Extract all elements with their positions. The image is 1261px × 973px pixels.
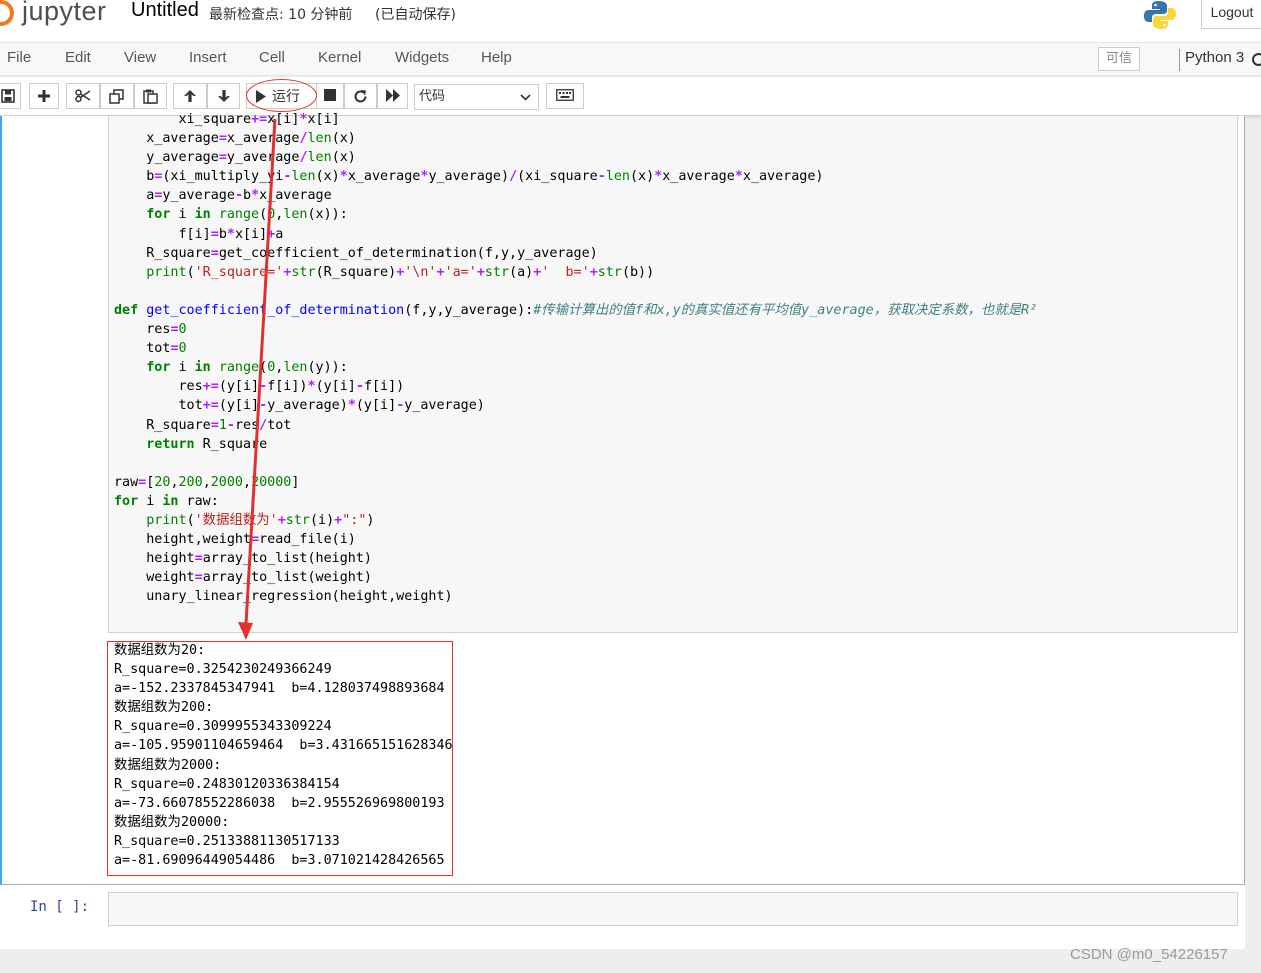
plus-icon [38, 90, 50, 102]
move-up-button[interactable] [173, 83, 207, 109]
code-line[interactable]: b=(xi_multiply_yi-len(x)*x_average*y_ave… [114, 167, 1037, 186]
header: jupyter Untitled 最新检查点: 10 分钟前 (已自动保存) L… [0, 0, 1261, 42]
code-line[interactable]: tot=0 [114, 339, 1037, 358]
code-line[interactable] [114, 282, 1037, 301]
menu-edit[interactable]: Edit [65, 49, 91, 66]
code-line[interactable]: R_square=get_coefficient_of_determinatio… [114, 244, 1037, 263]
menu-file[interactable]: File [7, 49, 31, 66]
notebook-title[interactable]: Untitled [131, 0, 199, 22]
code-line[interactable]: weight=array_to_list(weight) [114, 568, 1037, 587]
code-line[interactable]: return R_square [114, 435, 1037, 454]
code-line[interactable]: res+=(y[i]-f[i])*(y[i]-f[i]) [114, 377, 1037, 396]
cell-type-value: 代码 [419, 89, 446, 104]
menu-insert[interactable]: Insert [189, 49, 227, 66]
python-logo-icon [1144, 1, 1176, 29]
next-cell-prompt: In [ ]: [30, 899, 90, 915]
cut-icon [75, 89, 91, 103]
code-line[interactable] [114, 454, 1037, 473]
code-line[interactable]: for i in raw: [114, 492, 1037, 511]
interrupt-button[interactable] [316, 83, 344, 109]
code-line[interactable]: f[i]=b*x[i]+a [114, 225, 1037, 244]
paste-button[interactable] [134, 83, 167, 109]
restart-run-all-button[interactable] [377, 83, 408, 109]
checkpoint-status: 最新检查点: 10 分钟前 [209, 7, 353, 23]
code-line[interactable]: tot+=(y[i]-y_average)*(y[i]-y_average) [114, 396, 1037, 415]
move-down-button[interactable] [207, 83, 240, 109]
kernel-name: Python 3 [1185, 49, 1245, 66]
menu-widgets[interactable]: Widgets [395, 49, 449, 66]
code-line[interactable]: for i in range(0,len(x)): [114, 205, 1037, 224]
autosave-status: (已自动保存) [375, 7, 456, 23]
cut-button[interactable] [66, 83, 100, 109]
chevron-down-icon [520, 94, 531, 101]
code-line[interactable]: def get_coefficient_of_determination(f,y… [114, 301, 1037, 320]
keyboard-icon [556, 89, 574, 101]
code-line[interactable]: raw=[20,200,2000,20000] [114, 473, 1037, 492]
trusted-indicator[interactable]: 可信 [1098, 47, 1140, 71]
code-line[interactable]: R_square=1-res/tot [114, 416, 1037, 435]
code-line[interactable]: a=y_average-b*x_average [114, 186, 1037, 205]
arrow-down-icon [217, 90, 230, 102]
cell-type-select[interactable]: 代码 [414, 84, 539, 110]
next-cell-input[interactable] [108, 892, 1238, 926]
logout-button[interactable]: Logout [1201, 0, 1261, 29]
output-annotation-box [107, 641, 453, 876]
run-button-annotation-circle [246, 79, 317, 112]
code-line[interactable]: y_average=y_average/len(x) [114, 148, 1037, 167]
code-line[interactable]: height=array_to_list(height) [114, 549, 1037, 568]
code-line[interactable]: res=0 [114, 320, 1037, 339]
jupyter-logo-icon [0, 0, 14, 26]
copy-button[interactable] [100, 83, 134, 109]
menu-help[interactable]: Help [481, 49, 512, 66]
menu-view[interactable]: View [124, 49, 156, 66]
kernel-status-icon [1252, 53, 1261, 66]
restart-button[interactable] [344, 83, 377, 109]
menubar: File Edit View Insert Cell Kernel Widget… [0, 42, 1261, 76]
code-line[interactable]: x_average=x_average/len(x) [114, 129, 1037, 148]
code-line[interactable]: unary_linear_regression(height,weight) [114, 587, 1037, 606]
save-button[interactable] [0, 83, 21, 109]
paste-icon [143, 89, 158, 104]
menu-kernel[interactable]: Kernel [318, 49, 361, 66]
code-line[interactable]: xi_square+=x[i]*x[i] [114, 110, 1037, 129]
code-line[interactable]: print('R_square='+str(R_square)+'\n'+'a=… [114, 263, 1037, 282]
fast-forward-icon [385, 89, 400, 102]
watermark: CSDN @m0_54226157 [1070, 946, 1228, 963]
code-editor[interactable]: xi_square+=x[i]*x[i] x_average=x_average… [114, 110, 1037, 606]
code-line[interactable]: for i in range(0,len(y)): [114, 358, 1037, 377]
code-line[interactable]: print('数据组数为'+str(i)+":") [114, 511, 1037, 530]
arrow-up-icon [184, 90, 196, 102]
save-icon [0, 89, 15, 103]
stop-icon [324, 89, 336, 101]
insert-cell-button[interactable] [29, 83, 59, 109]
restart-icon [354, 90, 367, 103]
code-line[interactable]: height,weight=read_file(i) [114, 530, 1037, 549]
kernel-divider [1179, 49, 1180, 71]
menu-cell[interactable]: Cell [259, 49, 285, 66]
command-palette-button[interactable] [546, 83, 584, 109]
copy-icon [109, 89, 124, 104]
jupyter-logo-text: jupyter [22, 0, 107, 26]
